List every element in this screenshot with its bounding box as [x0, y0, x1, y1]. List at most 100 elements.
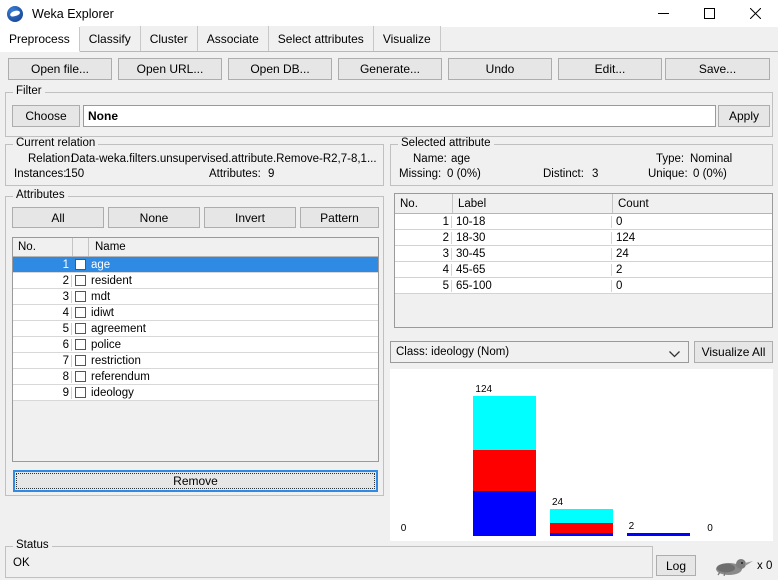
histogram-segment-class-1	[550, 533, 613, 536]
attribute-row-age[interactable]: 1 age	[13, 257, 378, 273]
stats-row-label: 30-45	[452, 247, 612, 260]
invert-selection-button[interactable]: Invert	[204, 207, 296, 228]
attribute-name-key: Name:	[413, 153, 447, 165]
checkbox-icon	[74, 371, 86, 382]
attribute-checkbox[interactable]	[72, 259, 88, 270]
histogram-bar-45-65[interactable]	[626, 533, 690, 536]
attribute-checkbox[interactable]	[72, 275, 88, 286]
checkbox-icon	[74, 323, 86, 334]
histogram-bar-label-65-100: 0	[707, 523, 713, 534]
attribute-row-name: ideology	[91, 386, 134, 399]
attribute-row-referendum[interactable]: 8 referendum	[13, 369, 378, 385]
open-file-button[interactable]: Open file...	[8, 58, 112, 80]
attributes-rows-container: 1 age 2 resident 3 mdt 4 idiwt 5 agreement 6 police…	[13, 257, 378, 401]
attribute-row-index: 1	[13, 258, 72, 271]
checkbox-icon	[74, 307, 86, 318]
attribute-row-police[interactable]: 6 police	[13, 337, 378, 353]
attribute-row-index: 9	[13, 386, 72, 399]
attribute-checkbox[interactable]	[72, 355, 88, 366]
minimize-icon[interactable]	[640, 0, 686, 27]
attribute-row-index: 4	[13, 306, 72, 319]
choose-filter-button[interactable]: Choose	[12, 105, 80, 127]
missing-key: Missing:	[399, 168, 442, 180]
window-controls	[640, 0, 778, 27]
stats-table-row[interactable]: 1 10-18 0	[395, 214, 772, 230]
log-button[interactable]: Log	[656, 555, 696, 576]
attribute-row-resident[interactable]: 2 resident	[13, 273, 378, 289]
close-icon[interactable]	[732, 0, 778, 27]
tab-preprocess[interactable]: Preprocess	[0, 27, 80, 52]
attribute-type-value: Nominal	[690, 153, 733, 165]
attribute-row-name: mdt	[91, 290, 111, 303]
stats-table-row[interactable]: 3 30-45 24	[395, 246, 772, 262]
remove-attributes-button[interactable]: Remove	[13, 470, 378, 492]
generate-button[interactable]: Generate...	[338, 58, 442, 80]
class-selector-dropdown[interactable]: Class: ideology (Nom)	[390, 341, 689, 363]
filter-value-field[interactable]: None	[83, 105, 716, 127]
tab-associate[interactable]: Associate	[197, 26, 269, 51]
undo-button[interactable]: Undo	[448, 58, 552, 80]
attribute-checkbox[interactable]	[72, 339, 88, 350]
open-url-button[interactable]: Open URL...	[118, 58, 222, 80]
edit-button[interactable]: Edit...	[558, 58, 662, 80]
attribute-checkbox[interactable]	[72, 323, 88, 334]
attribute-row-idiwt[interactable]: 4 idiwt	[13, 305, 378, 321]
open-db-button[interactable]: Open DB...	[228, 58, 332, 80]
maximize-icon[interactable]	[686, 0, 732, 27]
stats-table-row[interactable]: 5 65-100 0	[395, 278, 772, 294]
tab-visualize[interactable]: Visualize	[373, 26, 441, 51]
attribute-histogram[interactable]: 0 124 24 2 0	[390, 369, 773, 541]
visualize-all-button[interactable]: Visualize All	[694, 341, 773, 363]
missing-value: 0 (0%)	[447, 168, 481, 180]
save-button[interactable]: Save...	[665, 58, 770, 80]
histogram-bar-30-45[interactable]	[550, 509, 613, 536]
relation-value: Data-weka.filters.unsupervised.attribute…	[71, 153, 377, 165]
stats-row-label: 18-30	[452, 231, 612, 244]
attributes-list[interactable]: No. Name 1 age 2 resident 3 mdt 4 idiwt 5 agreeme…	[12, 237, 379, 462]
class-selector-value: Class: ideology (Nom)	[396, 346, 510, 358]
stats-table-row[interactable]: 4 45-65 2	[395, 262, 772, 278]
unique-key: Unique:	[648, 168, 688, 180]
attribute-checkbox[interactable]	[72, 387, 88, 398]
attribute-checkbox[interactable]	[72, 371, 88, 382]
instances-key: Instances:	[14, 168, 67, 180]
pattern-selection-button[interactable]: Pattern	[300, 207, 379, 228]
attributes-list-header: No. Name	[13, 238, 378, 257]
attribute-checkbox[interactable]	[72, 307, 88, 318]
attribute-row-index: 5	[13, 322, 72, 335]
attribute-row-agreement[interactable]: 5 agreement	[13, 321, 378, 337]
attribute-stats-table[interactable]: No. Label Count 1 10-18 0 2 18-30 124 3 30-45 24…	[394, 193, 773, 328]
select-all-attributes-button[interactable]: All	[12, 207, 104, 228]
attribute-row-index: 2	[13, 274, 72, 287]
stats-row-index: 3	[395, 247, 452, 260]
histogram-bar-18-30[interactable]	[473, 396, 537, 536]
attribute-row-index: 3	[13, 290, 72, 303]
select-none-attributes-button[interactable]: None	[108, 207, 200, 228]
tab-cluster[interactable]: Cluster	[140, 26, 198, 51]
selected-attribute-panel: Selected attribute Name: age Type: Nomin…	[390, 137, 773, 186]
attribute-checkbox[interactable]	[72, 291, 88, 302]
attributes-count-value: 9	[268, 168, 275, 180]
attribute-row-mdt[interactable]: 3 mdt	[13, 289, 378, 305]
attributes-header-name: Name	[89, 238, 378, 256]
checkbox-icon	[74, 259, 86, 270]
checkbox-icon	[74, 355, 86, 366]
attribute-type-key: Type:	[656, 153, 685, 165]
distinct-value: 3	[592, 168, 599, 180]
attribute-row-restriction[interactable]: 7 restriction	[13, 353, 378, 369]
current-relation-group-label: Current relation	[13, 137, 99, 149]
stats-row-index: 5	[395, 279, 452, 292]
stats-row-label: 10-18	[452, 215, 612, 228]
attributes-header-checkbox	[73, 238, 89, 256]
attribute-row-name: restriction	[91, 354, 141, 367]
checkbox-icon	[74, 339, 86, 350]
attribute-row-ideology[interactable]: 9 ideology	[13, 385, 378, 401]
attributes-panel: Attributes All None Invert Pattern No. N…	[5, 189, 384, 496]
tab-select-attributes[interactable]: Select attributes	[268, 26, 374, 51]
tab-classify[interactable]: Classify	[79, 26, 141, 51]
stats-table-row[interactable]: 2 18-30 124	[395, 230, 772, 246]
apply-filter-button[interactable]: Apply	[718, 105, 770, 127]
unique-value: 0 (0%)	[693, 168, 727, 180]
attribute-row-name: agreement	[91, 322, 146, 335]
tab-bar: Preprocess Classify Cluster Associate Se…	[0, 26, 778, 52]
